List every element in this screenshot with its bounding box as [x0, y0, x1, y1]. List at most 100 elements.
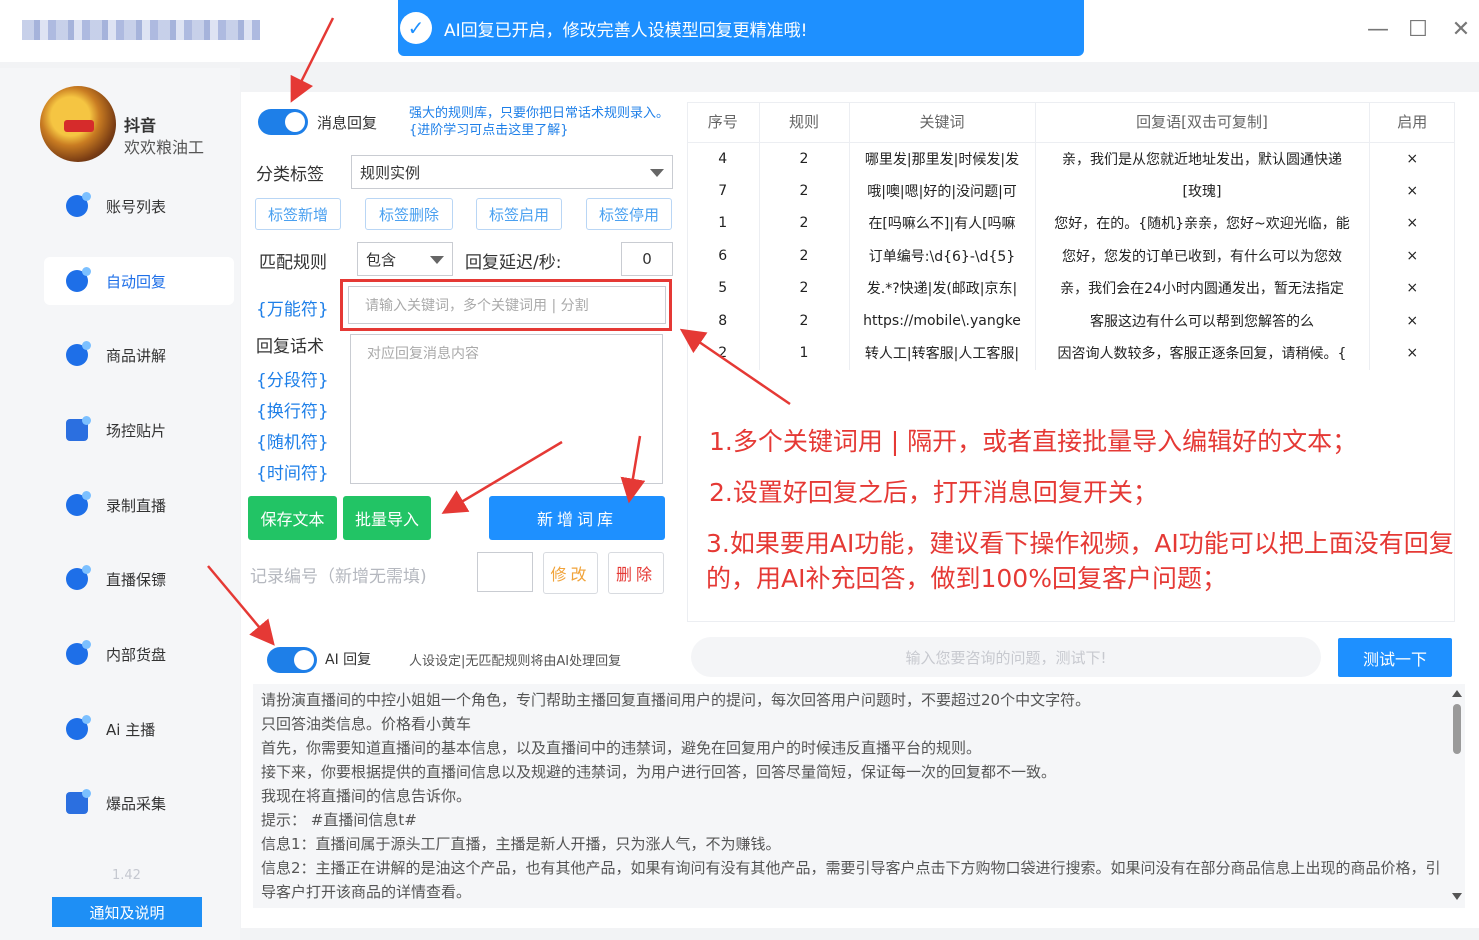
batch-import-button[interactable]: 批量导入: [343, 496, 431, 540]
col-header-enabled[interactable]: 启用: [1369, 102, 1455, 143]
sidebar-item-internal-goods[interactable]: 内部货盘: [44, 630, 234, 678]
time-token-link[interactable]: {时间符}: [256, 459, 329, 484]
sidebar-item-field-control[interactable]: 场控贴片: [44, 406, 234, 454]
match-rule-select[interactable]: 包含: [357, 242, 453, 276]
cell-index: 1: [687, 207, 760, 240]
cell-keywords: 转人工|转客服|人工客服|: [849, 337, 1036, 370]
persona-prompt-textarea[interactable]: 请扮演直播间的中控小姐姐一个角色，专门帮助主播回复直播间用户的提问，每次回答用户…: [253, 684, 1465, 908]
product-explain-icon: [66, 341, 91, 366]
notice-button[interactable]: 通知及说明: [52, 897, 202, 927]
message-reply-label: 消息回复: [317, 114, 378, 132]
table-row[interactable]: 8 2 https://mobile\.yangke 客服这边有什么可以帮到您解答的么…: [687, 304, 1455, 338]
segment-token-link[interactable]: {分段符}: [256, 366, 329, 391]
sidebar-item-label: 内部货盘: [106, 645, 167, 664]
delay-input[interactable]: 0: [621, 242, 673, 276]
test-button[interactable]: 测试一下: [1338, 638, 1452, 677]
add-library-button[interactable]: 新增词库: [489, 496, 665, 540]
cell-reply[interactable]: 因咨询人数较多，客服正逐条回复，请稍候。{: [1035, 337, 1370, 370]
cell-keywords: 哦|噢|嗯|好的|没问题|可: [849, 174, 1036, 207]
banner-text: AI回复已开启，修改完善人设模型回复更精准哦!: [444, 20, 808, 41]
cell-enabled[interactable]: ×: [1369, 337, 1455, 370]
cell-rule: 2: [759, 304, 850, 337]
test-question-input[interactable]: 输入您要咨询的问题，测试下!: [691, 637, 1321, 677]
ai-enabled-banner: ✓ AI回复已开启，修改完善人设模型回复更精准哦!: [398, 0, 1084, 56]
auto-reply-icon: [66, 267, 91, 292]
scroll-down-icon[interactable]: [1452, 893, 1462, 900]
chevron-down-icon: [430, 256, 444, 264]
sidebar-item-hot-product[interactable]: 爆品采集: [44, 779, 234, 827]
col-header-reply[interactable]: 回复语[双击可复制]: [1035, 102, 1370, 143]
sidebar-item-live-guard[interactable]: 直播保镖: [44, 555, 234, 603]
avatar[interactable]: [40, 86, 116, 162]
version-label: 1.42: [112, 868, 141, 883]
sidebar-item-auto-reply[interactable]: 自动回复: [44, 257, 234, 305]
tag-disable-button[interactable]: 标签停用: [586, 198, 672, 230]
category-select[interactable]: 规则实例: [351, 155, 673, 189]
cell-reply[interactable]: 您好，在的。{随机}亲亲，您好~欢迎光临，能: [1035, 207, 1370, 240]
cell-index: 2: [687, 337, 760, 370]
delete-button[interactable]: 删除: [608, 552, 664, 594]
sidebar-item-product-explain[interactable]: 商品讲解: [44, 331, 234, 379]
message-reply-toggle[interactable]: [258, 109, 308, 135]
cell-enabled[interactable]: ×: [1369, 305, 1455, 338]
edit-button[interactable]: 修改: [543, 552, 598, 594]
sidebar-item-label: 爆品采集: [106, 794, 167, 813]
cell-keywords: 发.*?快递|发(邮政|京东|: [849, 272, 1036, 305]
record-no-label: 记录编号（新增无需填): [250, 567, 427, 587]
cell-reply[interactable]: [玫瑰]: [1035, 174, 1370, 207]
sidebar-item-label: 账号列表: [106, 197, 167, 216]
app-title-blurred: [22, 20, 260, 40]
rule-hint-link[interactable]: 强大的规则库，只要你把日常话术规则录入。{进阶学习可点击这里了解}: [409, 105, 671, 139]
scroll-thumb[interactable]: [1453, 704, 1461, 754]
cell-enabled[interactable]: ×: [1369, 272, 1455, 305]
sidebar-item-account-list[interactable]: 账号列表: [44, 182, 234, 230]
cell-rule: 2: [759, 142, 850, 175]
cell-index: 4: [687, 142, 760, 175]
col-header-rule[interactable]: 规则: [759, 102, 850, 143]
cell-enabled[interactable]: ×: [1369, 142, 1455, 175]
sidebar-item-label: 自动回复: [106, 272, 167, 291]
cell-enabled[interactable]: ×: [1369, 240, 1455, 273]
maximize-button[interactable]: ☐: [1403, 14, 1433, 44]
cell-rule: 2: [759, 239, 850, 272]
table-row[interactable]: 1 2 在[吗嘛么不]|有人[吗嘛 您好，在的。{随机}亲亲，您好~欢迎光临，能 ×: [687, 207, 1455, 240]
internal-goods-icon: [66, 640, 91, 665]
table-row[interactable]: 2 1 转人工|转客服|人工客服| 因咨询人数较多，客服正逐条回复，请稍候。{×: [687, 337, 1455, 370]
newline-token-link[interactable]: {换行符}: [256, 397, 329, 422]
prompt-line: 首先，你需要知道直播间的基本信息，以及直播间中的违禁词，避免在回复用户的时候违反…: [261, 739, 982, 757]
cell-keywords: https://mobile\.yangke: [849, 304, 1036, 337]
wildcard-link[interactable]: {万能符}: [256, 295, 329, 320]
ai-reply-toggle[interactable]: [267, 647, 317, 673]
cell-reply[interactable]: 亲，我们会在24小时内圆通发出，暂无法指定: [1035, 272, 1370, 305]
scroll-up-icon[interactable]: [1452, 690, 1462, 697]
record-live-icon: [66, 491, 91, 516]
account-name: 欢欢粮油工: [124, 138, 205, 157]
table-row[interactable]: 4 2 哪里发|那里发|时候发|发 亲，我们是从您就近地址发出，默认圆通快递 ×: [687, 142, 1455, 175]
cell-reply[interactable]: 客服这边有什么可以帮到您解答的么: [1035, 304, 1370, 337]
table-row[interactable]: 7 2 哦|噢|嗯|好的|没问题|可 [玫瑰] ×: [687, 174, 1455, 208]
cell-enabled[interactable]: ×: [1369, 175, 1455, 208]
close-button[interactable]: ✕: [1446, 14, 1476, 44]
reply-textarea[interactable]: 对应回复消息内容: [350, 334, 663, 484]
cell-enabled[interactable]: ×: [1369, 207, 1455, 240]
col-header-index[interactable]: 序号: [687, 102, 760, 143]
tag-add-button[interactable]: 标签新增: [255, 198, 341, 230]
save-text-button[interactable]: 保存文本: [248, 496, 337, 540]
tag-delete-button[interactable]: 标签删除: [365, 198, 453, 230]
prompt-line: 只回答油类信息。价格看小黄车: [261, 715, 472, 733]
sidebar-item-ai-anchor[interactable]: Ai 主播: [44, 705, 234, 753]
minimize-button[interactable]: —: [1363, 14, 1393, 44]
tag-enable-button[interactable]: 标签启用: [476, 198, 562, 230]
cell-reply[interactable]: 亲，我们是从您就近地址发出，默认圆通快递: [1035, 142, 1370, 175]
prompt-scrollbar[interactable]: [1451, 688, 1463, 902]
record-no-input[interactable]: [477, 552, 533, 592]
chevron-down-icon: [650, 169, 664, 177]
cell-rule: 2: [759, 174, 850, 207]
table-row[interactable]: 5 2 发.*?快递|发(邮政|京东| 亲，我们会在24小时内圆通发出，暂无法指定 ×: [687, 272, 1455, 305]
random-token-link[interactable]: {随机符}: [256, 428, 329, 453]
cell-reply[interactable]: 您好，您发的订单已收到，有什么可以为您效: [1035, 239, 1370, 272]
table-row[interactable]: 6 2 订单编号:\d{6}-\d{5} 您好，您发的订单已收到，有什么可以为您效 ×: [687, 239, 1455, 273]
sidebar-item-record-live[interactable]: 录制直播: [44, 481, 234, 529]
col-header-keywords[interactable]: 关键词: [849, 102, 1036, 143]
main-panel: 消息回复 强大的规则库，只要你把日常话术规则录入。{进阶学习可点击这里了解} 分…: [241, 92, 1479, 928]
